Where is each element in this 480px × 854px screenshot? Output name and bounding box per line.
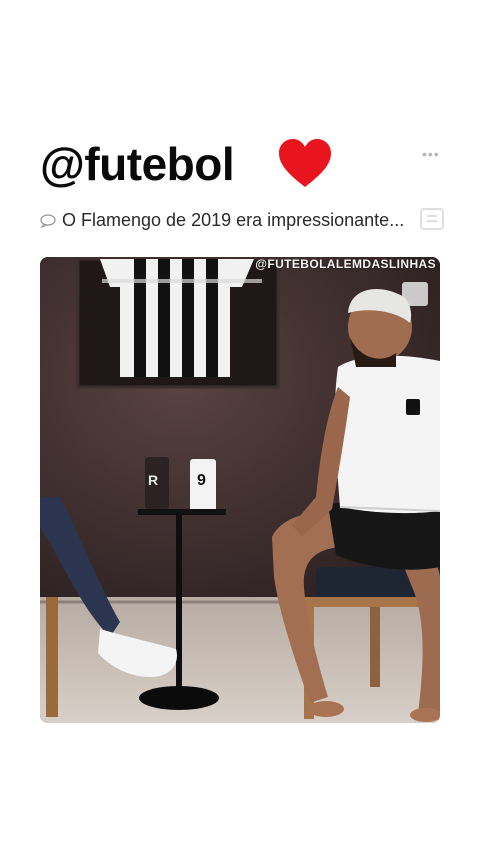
svg-text:R: R	[148, 472, 158, 488]
channel-badge-icon	[402, 282, 428, 306]
caption-text: O Flamengo de 2019 era impressionante...	[62, 209, 405, 230]
caption: O Flamengo de 2019 era impressionante...	[40, 207, 404, 233]
share-icon[interactable]	[418, 204, 446, 232]
speech-bubble-icon	[40, 214, 56, 228]
heart-icon	[279, 139, 331, 187]
post-header: @futebol	[38, 132, 448, 192]
white-cup: 9	[190, 459, 216, 513]
video-player[interactable]: R 9 @FUTEBOLALEMDASLINHAS	[40, 257, 440, 723]
video-watermark: @FUTEBOLALEMDASLINHAS	[255, 257, 436, 271]
cup-number: 9	[197, 472, 206, 489]
video-still: R 9	[40, 257, 440, 723]
more-options-icon[interactable]: •••	[422, 146, 440, 162]
account-handle[interactable]: @futebol	[40, 136, 235, 192]
dark-cup: R	[145, 457, 169, 509]
framed-jersey	[76, 257, 280, 389]
